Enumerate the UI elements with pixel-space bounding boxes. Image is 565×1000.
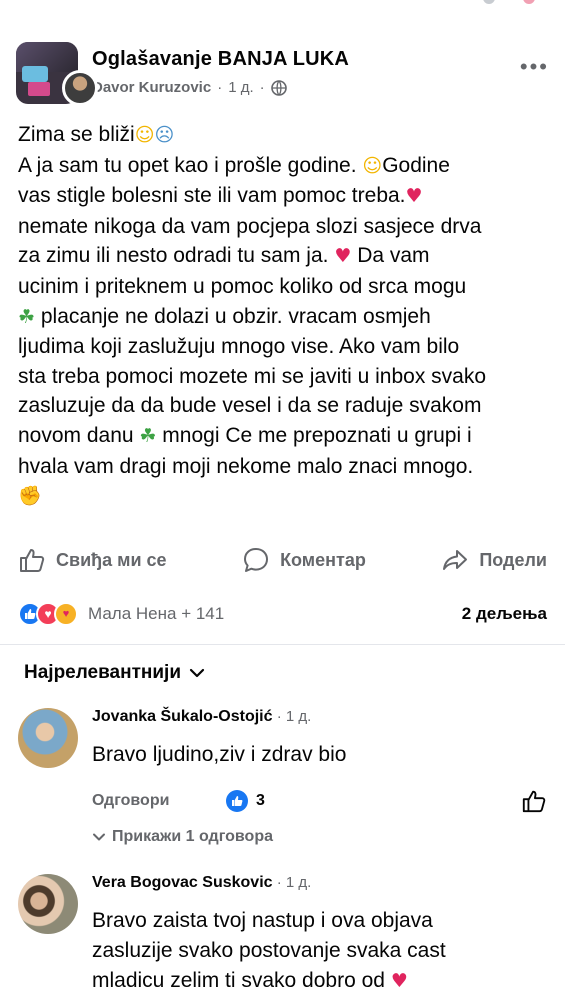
comment-time[interactable]: 1 д. [286,874,311,891]
commenter-avatar[interactable] [18,874,78,934]
post-line: A ja sam tu opet kao i prošle godine. [18,153,363,177]
like-label: Свиђа ми се [56,549,167,570]
post-line: za zimu ili nesto odradi tu sam ja. [18,244,335,268]
commenter-avatar[interactable] [18,708,78,768]
post-line: Da vam [351,244,430,268]
post-line: ucinim i priteknem u pomoc koliko od src… [18,274,467,298]
comment-line: Bravo zaista tvoj nastup i ova objava [92,909,433,932]
meta-separator: · [276,708,282,725]
post-time[interactable]: 1 д. [228,79,253,96]
post-line: placanje ne dolazi u obzir. vracam osmje… [35,304,431,328]
author-avatar[interactable] [62,70,98,106]
comment-text: Bravo ljudino,ziv i zdrav bio [92,743,347,766]
like-button[interactable]: Свиђа ми се [18,546,167,574]
clover-emoji-icon: ☘ [139,424,157,447]
divider [0,644,565,645]
post-meta: Davor Kuruzovic · 1 д. · [92,79,349,96]
commenter-name[interactable]: Vera Bogovac Suskovic [92,874,273,891]
reaction-names: Мала Нена + 141 [88,604,225,623]
share-label: Подели [479,549,547,570]
post-line: mnogi Ce me prepoznati u grupi i [156,423,472,447]
share-arrow-icon [443,550,468,570]
heart-emoji-icon: ♥ [390,970,408,992]
reactions-summary[interactable]: ♥ ♥ Мала Нена + 141 2 дељења [18,600,547,628]
comment-line: zasluzije svako postovanje svaka cast [92,939,446,962]
post-action-bar: Свиђа ми се Коментар Подели [18,540,547,580]
reaction-icons: ♥ ♥ [18,602,78,626]
globe-icon [270,79,287,96]
post-line: nemate nikoga da vam pocjepa slozi sasje… [18,214,482,238]
like-reaction-icon [226,790,248,812]
group-name[interactable]: Oglašavanje BANJA LUKA [92,48,349,71]
post-line: Godine [382,153,450,177]
comment-like-count[interactable]: 3 [226,790,265,812]
comment-actions: Одговори 3 [92,786,547,816]
smile-emoji-icon: ☺ [362,154,383,177]
more-options-icon[interactable]: ••• [520,54,549,80]
heart-emoji-icon: ♥ [405,185,423,208]
comment-text: Bravo zaista tvoj nastup i ova objava za… [92,906,547,996]
cold-face-emoji-icon: ☹ [154,124,175,146]
meta-separator: · [259,79,265,96]
care-reaction-icon: ♥ [54,602,78,626]
share-count[interactable]: 2 дељења [462,604,547,624]
post-line: vas stigle bolesni ste ili vam pomoc tre… [18,184,406,208]
comment-bubble-icon [244,548,269,572]
clover-emoji-icon: ☘ [18,305,36,328]
comment-line: mladicu zelim ti svako dobro od [92,969,391,992]
comment-header: Vera Bogovac Suskovic · 1 д. [92,874,547,892]
heart-emoji-icon: ♥ [334,245,352,268]
post-line: novom danu [18,423,140,447]
thumbs-up-icon [20,549,45,572]
post-line: sta treba pomoci mozete mi se javiti u i… [18,364,487,388]
view-replies-button[interactable]: Прикажи 1 одговора [92,828,547,846]
thumbs-up-icon[interactable] [521,788,547,814]
comment-time[interactable]: 1 д. [286,708,311,725]
post-line: Zima se bliži [18,123,135,146]
share-button[interactable]: Подели [441,546,547,574]
post-line: hvala vam dragi moji nekome malo znaci m… [18,454,474,478]
blush-emoji-icon: ☺ [134,124,155,146]
reply-button[interactable]: Одговори [92,792,226,810]
meta-separator: · [217,79,223,96]
chevron-down-icon [189,668,205,678]
post-line: ljudima koji zaslužuju mnogo vise. Ako v… [18,335,460,359]
post-header: Oglašavanje BANJA LUKA Davor Kuruzovic ·… [16,42,549,108]
chevron-down-icon [93,833,105,841]
flexed-arm-emoji-icon: ✊ [18,485,42,508]
view-replies-label: Прикажи 1 одговора [112,828,273,845]
comment-header: Jovanka Šukalo-Ostojić · 1 д. [92,708,547,726]
commenter-name[interactable]: Jovanka Šukalo-Ostojić [92,708,273,725]
meta-separator: · [276,874,282,891]
comment-item: Jovanka Šukalo-Ostojić · 1 д. Bravo ljud… [18,708,547,858]
sort-label: Најрелевантнији [24,662,182,683]
top-edge-icons [483,0,543,4]
comment-item: Vera Bogovac Suskovic · 1 д. Bravo zaist… [18,874,547,1000]
comment-button[interactable]: Коментар [242,546,366,574]
comment-label: Коментар [280,549,366,570]
post-body: Zima se bliži☺☹ A ja sam tu opet kao i p… [18,120,550,512]
comment-sort-dropdown[interactable]: Најрелевантнији [24,662,205,684]
post-line: zasluzuje da da bude vesel i da se raduj… [18,394,482,418]
author-name[interactable]: Davor Kuruzovic [92,79,211,96]
like-count-value: 3 [256,792,265,809]
